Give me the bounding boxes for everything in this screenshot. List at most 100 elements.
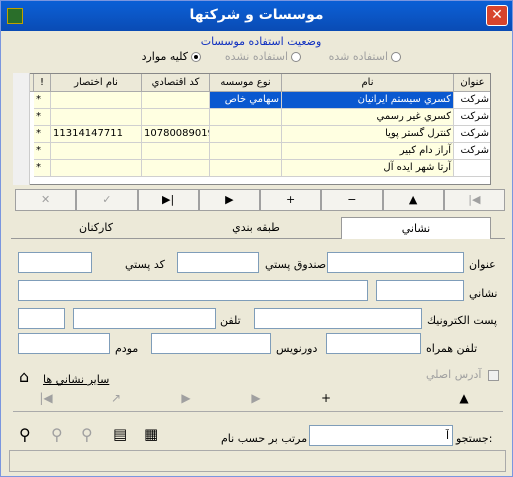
tab-address[interactable]: نشاني — [341, 217, 491, 239]
funnel-filter-icon[interactable]: ⚲ — [19, 425, 31, 444]
nav-last-button[interactable]: ▶| — [137, 189, 199, 211]
search-input[interactable] — [309, 425, 453, 446]
main-address-label: آدرس اصلي — [426, 368, 482, 381]
grid-cell-flag[interactable]: * — [34, 143, 51, 160]
window-title: موسسات و شركتها — [189, 7, 324, 23]
grid-cell-code[interactable] — [142, 92, 210, 109]
funnel-remove-icon[interactable]: ⚲ — [81, 425, 93, 444]
radio-unused-dot[interactable] — [291, 51, 301, 62]
companies-grid[interactable]: ~ ! نام اختصار كد اقتصادي نوع موسسه نام … — [13, 73, 491, 185]
details-tabs: نشاني طبقه بندي كاركنان — [11, 215, 505, 239]
tab-staff[interactable]: كاركنان — [21, 217, 171, 239]
addr-up-button[interactable]: ▲ — [449, 391, 479, 405]
radio-used-label: استفاده شده — [328, 50, 388, 63]
grid-cell-name[interactable]: كسري سيستم ايرانيان — [282, 92, 454, 109]
grid-cell-code[interactable] — [142, 143, 210, 160]
grid-cell-title[interactable]: شركت — [454, 92, 490, 109]
usage-status-caption: وضعيت استفاده موسسات — [200, 35, 322, 48]
grid-cell-abbr[interactable] — [51, 160, 142, 177]
grid-cell-flag[interactable]: * — [34, 126, 51, 143]
nav-up-button[interactable]: ▲ — [382, 189, 444, 211]
title-bar: موسسات و شركتها ✕ — [1, 1, 512, 31]
grid-cell-abbr[interactable]: 11314147711 — [51, 126, 142, 143]
address-line-field[interactable] — [18, 280, 368, 301]
nav-cancel-button[interactable]: ✕ — [15, 189, 77, 211]
tab-classification[interactable]: طبقه بندي — [181, 217, 331, 239]
address-field[interactable] — [376, 280, 464, 301]
radio-unused-label: استفاده نشده — [224, 50, 288, 63]
modem-label: مودم — [115, 342, 139, 355]
title-field[interactable] — [327, 252, 464, 273]
grid-cell-type[interactable] — [210, 160, 282, 177]
grid-scrollbar[interactable] — [13, 73, 30, 185]
grid-cell-title[interactable]: شركت — [454, 143, 490, 160]
grid-cell-code[interactable] — [142, 160, 210, 177]
pobox-field[interactable] — [177, 252, 259, 273]
radio-all-label: كليه موارد — [141, 50, 188, 63]
nav-first-button[interactable]: |◀ — [443, 189, 505, 211]
export-icon[interactable]: ▦ — [144, 425, 158, 443]
grid-cell-abbr[interactable] — [51, 109, 142, 126]
grid-cell-type[interactable] — [210, 109, 282, 126]
grid-navigator: ✕ ✓ ▶| ▶ + − ▲ |◀ — [15, 189, 505, 211]
radio-used[interactable]: استفاده شده — [329, 50, 401, 63]
home-icon[interactable]: ⌂ — [19, 367, 29, 386]
grid-cell-title[interactable]: شركت — [454, 109, 490, 126]
grid-cell-flag[interactable]: * — [34, 160, 51, 177]
grid-cell-code[interactable]: 10780089019 — [142, 126, 210, 143]
grid-cell-type[interactable] — [210, 143, 282, 160]
addr-first-button[interactable]: |◀ — [31, 391, 61, 405]
nav-next-button[interactable]: ▶ — [198, 189, 260, 211]
usage-status-group: وضعيت استفاده موسسات استفاده شده استفاده… — [121, 32, 401, 68]
sort-label: مرتب بر حسب نام — [221, 432, 308, 445]
grid-cell-code[interactable] — [142, 109, 210, 126]
divider — [13, 411, 503, 412]
funnel-add-icon[interactable]: ⚲ — [51, 425, 63, 444]
search-label: جستجو: — [456, 432, 493, 445]
grid-cell-type[interactable]: سهامي خاص — [210, 92, 282, 109]
grid-cell-name[interactable]: آراز دام كبير — [282, 143, 454, 160]
nav-post-button[interactable]: ✓ — [76, 189, 138, 211]
other-addresses-link[interactable]: ساير نشاني ها — [43, 373, 109, 386]
main-address-checkbox[interactable] — [488, 370, 499, 381]
phone-ext-field[interactable] — [18, 308, 65, 329]
phone-field[interactable] — [73, 308, 216, 329]
mobile-field[interactable] — [326, 333, 421, 354]
addr-next-button[interactable]: ▶ — [241, 391, 271, 405]
grid-cell-abbr[interactable] — [51, 92, 142, 109]
grid-cell-title[interactable]: شركت — [454, 126, 490, 143]
grid-header-title[interactable]: عنوان — [454, 74, 490, 92]
grid-cell-flag[interactable]: * — [34, 109, 51, 126]
grid-cell-flag[interactable]: * — [34, 92, 51, 109]
addr-last-button[interactable]: ▶ — [171, 391, 201, 405]
grid-header-code[interactable]: كد اقتصادي — [142, 74, 210, 92]
grid-cell-name[interactable]: كنترل گستر پويا — [282, 126, 454, 143]
fax-field[interactable] — [151, 333, 271, 354]
status-bar — [9, 450, 506, 472]
nav-add-button[interactable]: + — [260, 189, 322, 211]
modem-field[interactable] — [18, 333, 110, 354]
email-label: پست الكترونيك — [427, 314, 498, 327]
nav-delete-button[interactable]: − — [321, 189, 383, 211]
address-label: نشاني — [469, 287, 498, 300]
close-button[interactable]: ✕ — [486, 5, 508, 26]
grid-cell-name[interactable]: كسري غير رسمي — [282, 109, 454, 126]
grid-header-abbr[interactable]: نام اختصار — [51, 74, 142, 92]
grid-cell-type[interactable] — [210, 126, 282, 143]
radio-unused[interactable]: استفاده نشده — [225, 50, 301, 63]
grid-header-flag[interactable]: ! — [34, 74, 51, 92]
email-field[interactable] — [254, 308, 422, 329]
radio-used-dot[interactable] — [391, 51, 401, 62]
grid-cell-title[interactable] — [454, 160, 490, 177]
radio-all-dot[interactable] — [191, 51, 201, 62]
grid-cell-abbr[interactable] — [51, 143, 142, 160]
grid-header-name[interactable]: نام — [282, 74, 454, 92]
main-window: موسسات و شركتها ✕ وضعيت استفاده موسسات ا… — [0, 0, 513, 477]
grid-cell-name[interactable]: آرتا شهر ايده آل — [282, 160, 454, 177]
postal-code-field[interactable] — [18, 252, 92, 273]
grid-header-type[interactable]: نوع موسسه — [210, 74, 282, 92]
print-icon[interactable]: ▤ — [113, 425, 127, 443]
addr-add-button[interactable]: + — [311, 391, 341, 405]
radio-all[interactable]: كليه موارد — [142, 50, 201, 63]
addr-edit-button[interactable]: ↗ — [101, 391, 131, 405]
